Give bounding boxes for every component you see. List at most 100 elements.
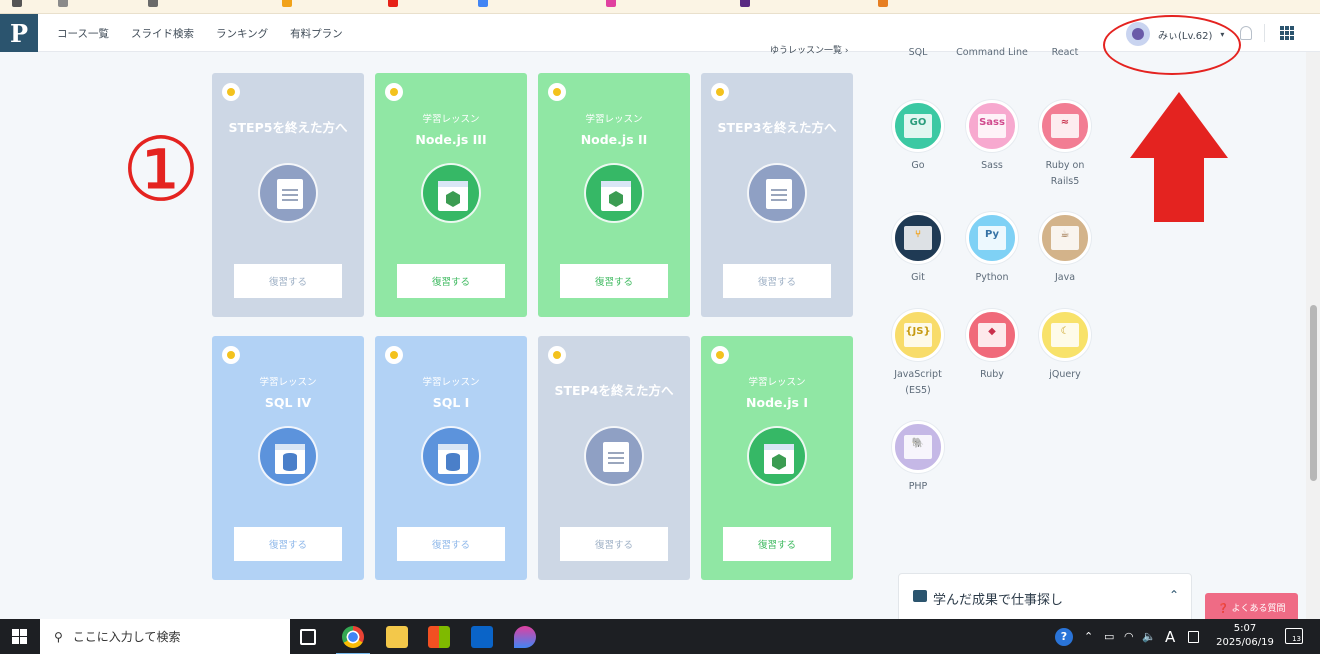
course-python[interactable]: Py Python: [952, 212, 1032, 286]
python-icon: Py: [966, 212, 1018, 264]
file-explorer-icon[interactable]: [386, 626, 408, 648]
annotation-ellipse: [1103, 15, 1241, 75]
task-view-icon[interactable]: [300, 629, 316, 645]
lesson-card[interactable]: STEP5を終えた方へ 復習する: [212, 73, 364, 317]
course-label-sql[interactable]: SQL: [878, 45, 958, 61]
lesson-card[interactable]: 学習レッスン Node.js I 復習する: [701, 336, 853, 580]
bookmark-2[interactable]: [148, 0, 158, 7]
battery-icon[interactable]: ▭: [1104, 619, 1114, 654]
nodejs-icon: [747, 426, 807, 486]
course-label: Go: [911, 160, 925, 171]
bookmark-3[interactable]: [282, 0, 292, 7]
bell-icon[interactable]: [1240, 26, 1252, 40]
course-git[interactable]: ⑂ Git: [878, 212, 958, 286]
bookmark-apps[interactable]: [12, 0, 22, 7]
php-icon: 🐘: [892, 421, 944, 473]
store-icon[interactable]: [428, 626, 450, 648]
nav-slide-search[interactable]: スライド検索: [131, 26, 194, 41]
progate-logo[interactable]: P: [0, 14, 38, 52]
bookmark-1[interactable]: [58, 0, 68, 7]
chrome-icon[interactable]: [336, 626, 370, 654]
course-rails[interactable]: ≈ Ruby on Rails5: [1025, 100, 1105, 190]
course-label: Ruby on Rails5: [1045, 160, 1085, 187]
course-sass[interactable]: Sass Sass: [952, 100, 1032, 174]
lesson-card[interactable]: 学習レッスン Node.js III 復習する: [375, 73, 527, 317]
wifi-icon[interactable]: ◠: [1124, 619, 1134, 654]
job-search-panel[interactable]: 学んだ成果で仕事探し ⌃: [898, 573, 1192, 623]
card-subtitle: 学習レッスン: [259, 377, 317, 388]
apps-grid-icon[interactable]: [1280, 26, 1294, 40]
chevron-up-icon[interactable]: ⌃: [1169, 588, 1179, 602]
scrollbar-thumb[interactable]: [1310, 305, 1317, 481]
course-ruby[interactable]: ◆ Ruby: [952, 309, 1032, 383]
help-icon[interactable]: ?: [1055, 619, 1073, 654]
review-button[interactable]: 復習する: [397, 264, 505, 298]
course-javascript[interactable]: {JS} JavaScript (ES5): [878, 309, 958, 399]
input-mode-icon[interactable]: [1188, 619, 1199, 654]
review-button[interactable]: 復習する: [234, 527, 342, 561]
course-label: jQuery: [1049, 369, 1081, 380]
document-icon: [584, 426, 644, 486]
lesson-list-link[interactable]: ゆうレッスン一覧 ›: [770, 43, 848, 56]
clock-time: 5:07: [1233, 623, 1257, 634]
course-go[interactable]: GO Go: [878, 100, 958, 174]
header-divider: [1264, 24, 1265, 42]
java-icon: ☕: [1039, 212, 1091, 264]
volume-icon[interactable]: 🔈: [1142, 619, 1156, 654]
bookmark-8[interactable]: [878, 0, 888, 7]
review-button[interactable]: 復習する: [723, 264, 831, 298]
medal-icon: [548, 346, 566, 364]
annotation-arrow-icon: [1130, 92, 1228, 222]
card-title: SQL I: [432, 395, 470, 410]
nav-course-list[interactable]: コース一覧: [57, 26, 109, 41]
card-title: STEP5を終えた方へ: [228, 120, 348, 135]
review-button[interactable]: 復習する: [234, 264, 342, 298]
card-title: Node.js I: [746, 395, 808, 410]
medal-icon: [711, 346, 729, 364]
git-icon: ⑂: [892, 212, 944, 264]
lesson-card[interactable]: STEP3を終えた方へ 復習する: [701, 73, 853, 317]
review-button[interactable]: 復習する: [560, 527, 668, 561]
review-button[interactable]: 復習する: [560, 264, 668, 298]
course-java[interactable]: ☕ Java: [1025, 212, 1105, 286]
card-title: Node.js III: [415, 132, 487, 147]
windows-taskbar: ⚲ ここに入力して検索 ? ⌃ ▭ ◠ 🔈 A 5:07 2025/06/19 …: [0, 619, 1320, 654]
windows-start-icon[interactable]: [12, 629, 27, 644]
course-php[interactable]: 🐘 PHP: [878, 421, 958, 495]
taskbar-clock[interactable]: 5:07 2025/06/19: [1215, 622, 1275, 650]
notification-icon[interactable]: 13: [1285, 628, 1303, 644]
ruby-icon: ◆: [966, 309, 1018, 361]
lesson-card[interactable]: 学習レッスン SQL I 復習する: [375, 336, 527, 580]
javascript-icon: {JS}: [892, 309, 944, 361]
nodejs-icon: [584, 163, 644, 223]
lesson-card[interactable]: 学習レッスン SQL IV 復習する: [212, 336, 364, 580]
nav-ranking[interactable]: ランキング: [216, 26, 268, 41]
card-title: STEP4を終えた方へ: [554, 383, 674, 398]
bookmark-6[interactable]: [606, 0, 616, 7]
course-label-react[interactable]: React: [1025, 45, 1105, 61]
course-label: Python: [975, 272, 1009, 283]
course-label-command-line[interactable]: Command Line: [952, 45, 1032, 61]
bookmark-5[interactable]: [478, 0, 488, 7]
app-icon[interactable]: [514, 626, 536, 648]
course-label: Java: [1054, 272, 1076, 283]
medal-icon: [222, 83, 240, 101]
nav-paid-plan[interactable]: 有料プラン: [290, 26, 343, 41]
lesson-card[interactable]: STEP4を終えた方へ 復習する: [538, 336, 690, 580]
card-title: STEP3を終えた方へ: [717, 120, 837, 135]
review-button[interactable]: 復習する: [723, 527, 831, 561]
lesson-card[interactable]: 学習レッスン Node.js II 復習する: [538, 73, 690, 317]
outlook-icon[interactable]: [471, 626, 493, 648]
card-title: SQL IV: [264, 395, 312, 410]
database-icon: [421, 426, 481, 486]
taskbar-search[interactable]: ⚲ ここに入力して検索: [40, 619, 290, 654]
medal-icon: [711, 83, 729, 101]
bookmark-4[interactable]: [388, 0, 398, 7]
tray-chevron-icon[interactable]: ⌃: [1084, 619, 1093, 654]
course-jquery[interactable]: ☾ jQuery: [1025, 309, 1105, 383]
ime-indicator[interactable]: A: [1165, 619, 1175, 654]
review-button[interactable]: 復習する: [397, 527, 505, 561]
bookmark-7[interactable]: [740, 0, 750, 7]
annotation-circled-number: ①: [121, 118, 201, 221]
faq-button[interactable]: ❓ よくある質問: [1205, 593, 1298, 621]
